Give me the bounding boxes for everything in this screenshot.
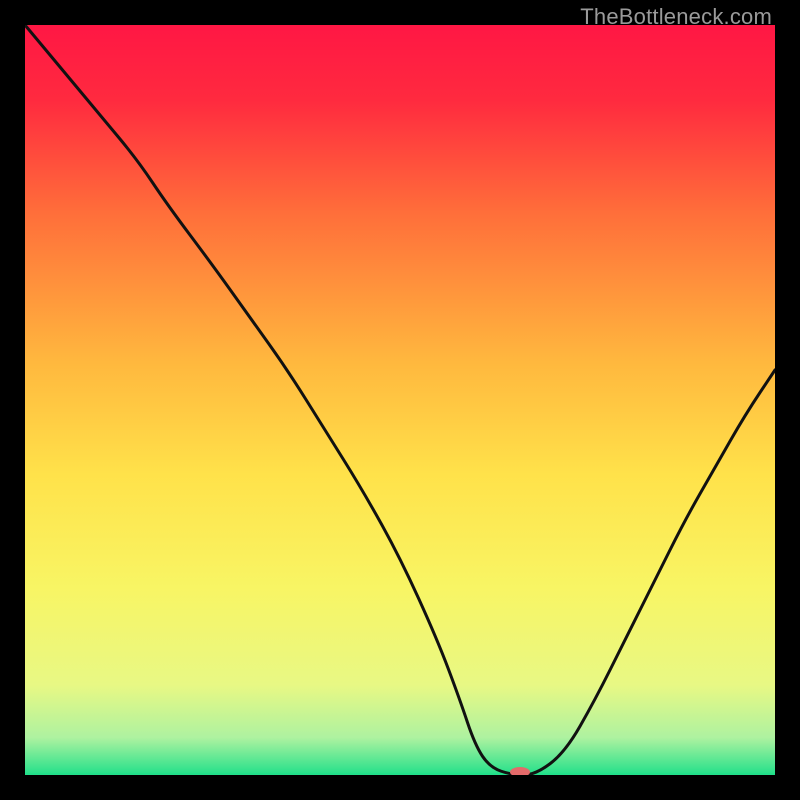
plot-area [25,25,775,775]
bottleneck-chart [25,25,775,775]
gradient-background [25,25,775,775]
chart-frame: TheBottleneck.com [0,0,800,800]
